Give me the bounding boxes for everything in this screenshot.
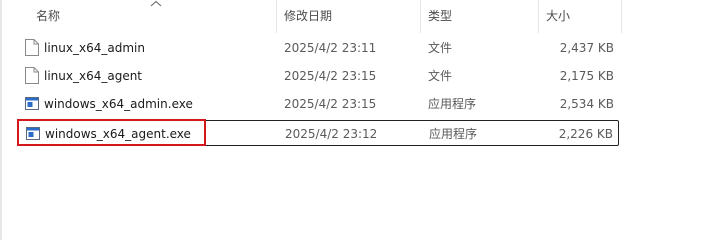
file-row[interactable]: linux_x64_admin 2025/4/2 23:11 文件 2,437 … — [17, 35, 619, 61]
file-size: 2,226 KB — [558, 127, 613, 141]
executable-icon — [25, 97, 39, 110]
left-edge-border — [0, 0, 2, 240]
file-modified-date: 2025/4/2 23:11 — [284, 41, 377, 55]
column-header-name[interactable]: 名称 — [36, 0, 60, 33]
file-row-focused[interactable]: windows_x64_agent.exe 2025/4/2 23:12 应用程… — [17, 120, 619, 146]
file-name: windows_x64_agent.exe — [45, 127, 191, 141]
file-modified-date: 2025/4/2 23:12 — [285, 127, 378, 141]
file-name: linux_x64_agent — [44, 69, 143, 83]
column-header-date[interactable]: 修改日期 — [284, 0, 332, 33]
file-size: 2,534 KB — [559, 97, 614, 111]
column-separator[interactable] — [420, 0, 421, 33]
document-icon — [25, 39, 39, 56]
file-size: 2,437 KB — [559, 41, 614, 55]
sort-ascending-icon — [150, 0, 162, 7]
column-separator[interactable] — [621, 0, 622, 33]
column-header-size[interactable]: 大小 — [546, 0, 570, 33]
column-separator[interactable] — [276, 0, 277, 33]
executable-icon — [26, 127, 40, 140]
file-name: linux_x64_admin — [44, 41, 145, 55]
file-modified-date: 2025/4/2 23:15 — [284, 97, 377, 111]
file-type: 文件 — [428, 69, 453, 83]
column-separator[interactable] — [538, 0, 539, 33]
file-type: 应用程序 — [428, 97, 477, 111]
file-modified-date: 2025/4/2 23:15 — [284, 69, 377, 83]
file-type: 文件 — [428, 41, 453, 55]
column-header-type[interactable]: 类型 — [428, 0, 452, 33]
file-name: windows_x64_admin.exe — [44, 97, 193, 111]
file-row[interactable]: linux_x64_agent 2025/4/2 23:15 文件 2,175 … — [17, 63, 619, 89]
file-row[interactable]: windows_x64_admin.exe 2025/4/2 23:15 应用程… — [17, 91, 619, 117]
column-header: 名称 修改日期 类型 大小 — [0, 0, 727, 33]
file-type: 应用程序 — [429, 127, 478, 141]
file-size: 2,175 KB — [559, 69, 614, 83]
document-icon — [25, 67, 39, 84]
